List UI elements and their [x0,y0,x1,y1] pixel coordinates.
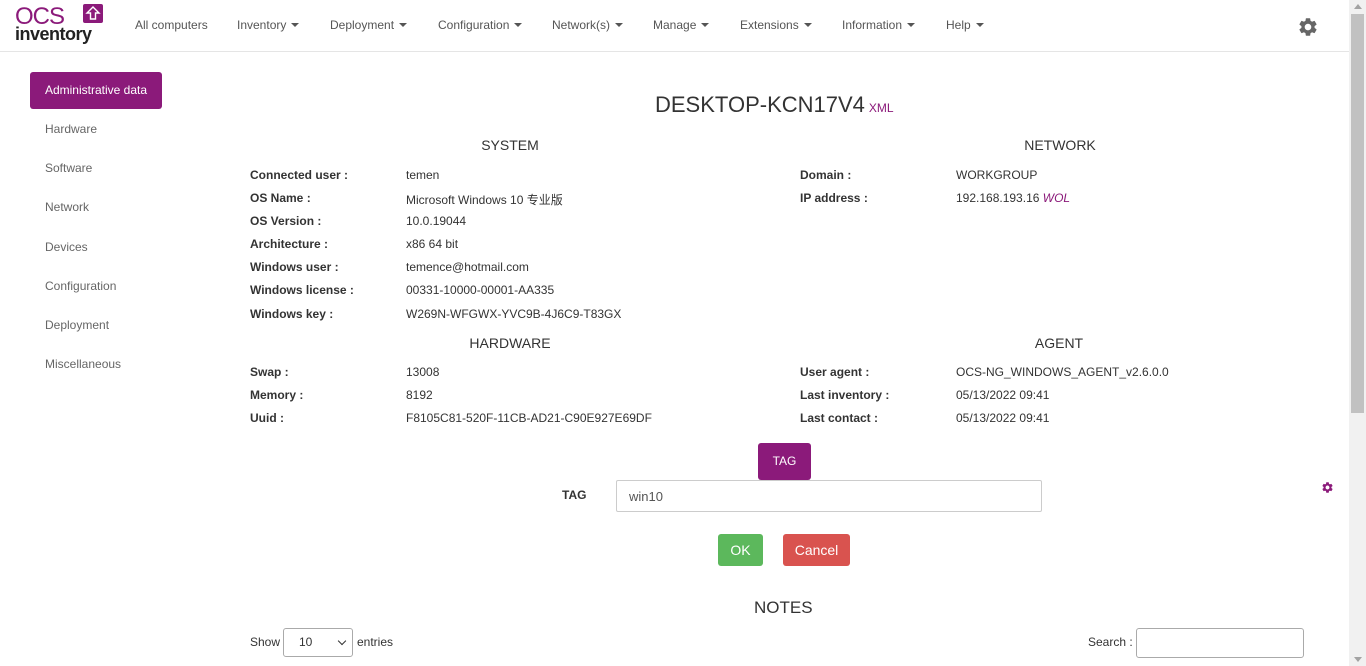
caret-down-icon [399,23,408,27]
caret-down-icon [975,23,984,27]
system-value: Microsoft Windows 10 专业版 [406,193,563,207]
network-label: Domain : [800,168,852,182]
agent-label: Last contact : [800,411,879,425]
agent-label: User agent : [800,365,870,379]
caret-down-icon [907,23,916,27]
search-input[interactable] [1136,628,1304,658]
scrollbar-thumb[interactable] [1351,14,1364,413]
caret-down-icon [514,23,523,27]
nav-extensions[interactable]: Extensions [740,18,812,32]
computer-name: DESKTOP-KCN17V4 [655,92,865,117]
nav-inventory[interactable]: Inventory [237,18,300,32]
sidebar-item-miscellaneous[interactable]: Miscellaneous [45,357,121,371]
ip-address-value: 192.168.193.16 [956,191,1040,205]
nav-extensions-label: Extensions [740,18,799,32]
scroll-down-arrow-icon[interactable] [1354,657,1362,662]
logo-badge-icon [83,4,103,23]
caret-down-icon [615,23,624,27]
page-scrollbar[interactable] [1349,0,1366,666]
caret-down-icon [291,23,300,27]
agent-label: Last inventory : [800,388,890,402]
scroll-up-arrow-icon[interactable] [1354,4,1362,9]
tag-field-label: TAG [562,488,587,502]
agent-heading: AGENT [1034,335,1084,351]
settings-gear-icon[interactable] [1297,16,1319,38]
top-navbar: OCS inventory All computers Inventory De… [0,0,1349,52]
network-label: IP address : [800,191,868,205]
caret-down-icon [803,23,812,27]
nav-manage-label: Manage [653,18,697,32]
logo-inventory-text: inventory [15,24,92,44]
search-label: Search : [1088,635,1133,649]
nav-networks[interactable]: Network(s) [552,18,624,32]
page-size-value: 10 [299,635,313,649]
sidebar-item-devices[interactable]: Devices [45,240,88,254]
sidebar-item-hardware[interactable]: Hardware [45,122,97,136]
page-size-select[interactable]: 10 [283,628,353,657]
nav-manage[interactable]: Manage [653,18,710,32]
sidebar-item-administrative-data[interactable]: Administrative data [30,72,162,109]
sidebar-item-software[interactable]: Software [45,161,92,175]
xml-link[interactable]: XML [869,101,894,115]
network-value: 192.168.193.16 WOL [956,191,1070,205]
system-label: Windows user : [250,260,339,274]
nav-configuration[interactable]: Configuration [438,18,523,32]
network-value: WORKGROUP [956,168,1038,182]
nav-configuration-label: Configuration [438,18,510,32]
system-label: Windows key : [250,307,334,321]
hardware-value: 13008 [406,365,440,379]
nav-all-computers[interactable]: All computers [135,18,208,32]
nav-deployment-label: Deployment [330,18,395,32]
nav-all-computers-label: All computers [135,18,208,32]
system-label: Architecture : [250,237,329,251]
nav-information[interactable]: Information [842,18,916,32]
ocs-inventory-logo[interactable]: OCS inventory [15,4,107,46]
entries-label: entries [357,635,394,649]
computer-title: DESKTOP-KCN17V4 XML [655,92,894,118]
system-label: OS Name : [250,191,311,205]
ok-button[interactable]: OK [718,534,763,566]
system-label: OS Version : [250,214,322,228]
notes-heading: NOTES [754,598,813,617]
nav-inventory-label: Inventory [237,18,287,32]
sidebar-item-network[interactable]: Network [45,200,89,214]
nav-help-label: Help [946,18,971,32]
hardware-label: Uuid : [250,411,284,425]
hardware-label: Swap : [250,365,289,379]
system-value: 10.0.19044 [406,214,467,228]
nav-networks-label: Network(s) [552,18,611,32]
show-label: Show [250,635,281,649]
network-heading: NETWORK [1024,137,1096,153]
hardware-heading: HARDWARE [469,335,551,351]
chevron-down-icon [337,636,347,646]
system-value: W269N-WFGWX-YVC9B-4J6C9-T83GX [406,307,622,321]
system-heading: SYSTEM [481,137,539,153]
system-value: x86 64 bit [406,237,459,251]
agent-value: 05/13/2022 09:41 [956,388,1050,402]
tag-input[interactable] [616,480,1042,512]
system-label: Connected user : [250,168,349,182]
sidebar-item-configuration[interactable]: Configuration [45,279,116,293]
hardware-value: F8105C81-520F-11CB-AD21-C90E927E69DF [406,411,652,425]
nav-information-label: Information [842,18,903,32]
agent-value: OCS-NG_WINDOWS_AGENT_v2.6.0.0 [956,365,1169,379]
cancel-button[interactable]: Cancel [783,534,850,566]
sidebar-item-deployment[interactable]: Deployment [45,318,109,332]
system-value: 00331-10000-00001-AA335 [406,283,555,297]
system-label: Windows license : [250,283,354,297]
nav-deployment[interactable]: Deployment [330,18,408,32]
hardware-value: 8192 [406,388,433,402]
wol-link[interactable]: WOL [1043,191,1070,205]
agent-value: 05/13/2022 09:41 [956,411,1050,425]
system-value: temen [406,168,440,182]
small-gear-icon[interactable] [1321,481,1334,494]
caret-down-icon [701,23,710,27]
tag-button[interactable]: TAG [758,443,811,480]
hardware-label: Memory : [250,388,304,402]
nav-help[interactable]: Help [946,18,984,32]
system-value: temence@hotmail.com [406,260,529,274]
